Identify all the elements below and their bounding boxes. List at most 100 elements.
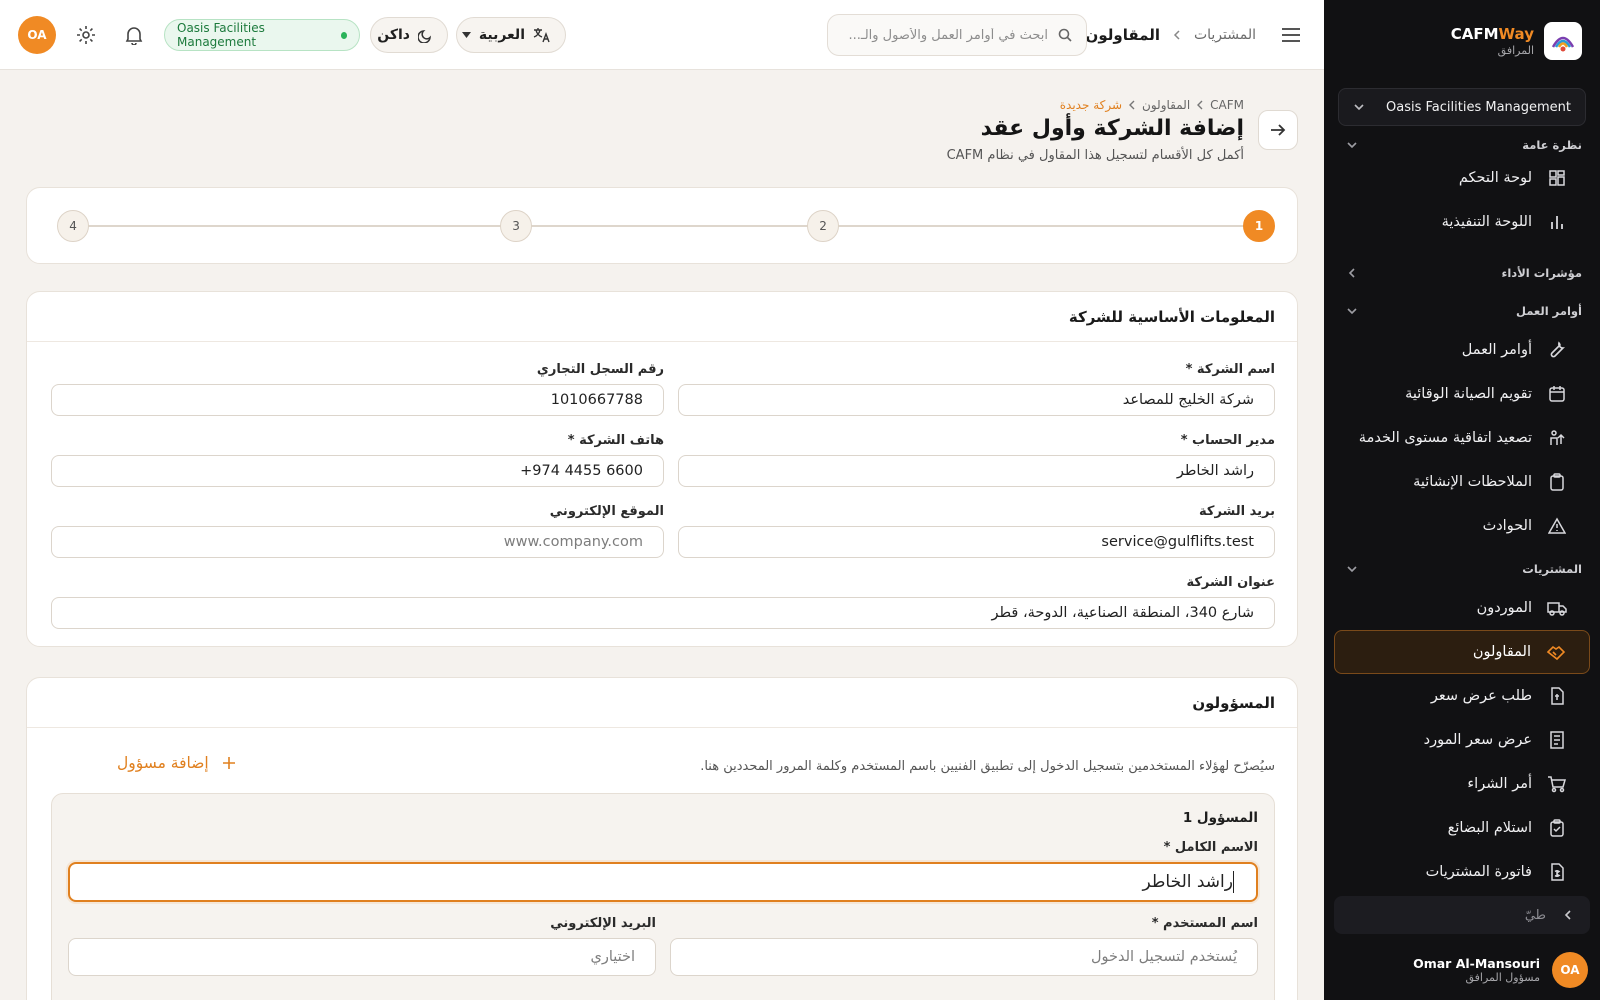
sidebar-item-rfq[interactable]: طلب عرض سعر bbox=[1334, 674, 1590, 718]
bell-icon[interactable] bbox=[122, 23, 146, 47]
step-4[interactable]: 4 bbox=[57, 210, 89, 242]
brand-logo-icon bbox=[1544, 22, 1582, 60]
sidebar-item-executive-board[interactable]: اللوحة التنفيذية bbox=[1334, 200, 1590, 244]
org-badge-label: Oasis Facilities Management bbox=[177, 21, 265, 49]
org-status-badge[interactable]: Oasis Facilities Management bbox=[164, 19, 360, 51]
chevron-left-icon bbox=[1324, 267, 1358, 279]
translate-icon bbox=[533, 27, 551, 43]
gear-icon[interactable] bbox=[74, 23, 98, 47]
user-role: مسؤول المرافق bbox=[1465, 971, 1540, 984]
company-email-input[interactable]: service@gulflifts.test bbox=[678, 526, 1275, 558]
breadcrumb-item[interactable]: المقاولون bbox=[1142, 98, 1190, 112]
username-input[interactable]: يُستخدم لتسجيل الدخول bbox=[670, 938, 1258, 976]
stepper-line bbox=[63, 225, 1259, 227]
step-3[interactable]: 3 bbox=[500, 210, 532, 242]
back-button[interactable] bbox=[1258, 110, 1298, 150]
clipboard-check-icon bbox=[1546, 817, 1568, 839]
field-label: مدير الحساب * bbox=[1180, 433, 1275, 448]
menu-icon[interactable] bbox=[1278, 22, 1304, 48]
invoice-icon bbox=[1546, 861, 1568, 883]
step-2[interactable]: 2 bbox=[807, 210, 839, 242]
header-avatar[interactable]: OA bbox=[18, 16, 56, 54]
collapse-label: طيّ bbox=[1524, 907, 1546, 923]
sidebar-user-card[interactable]: OA Omar Al-Mansouri مسؤول المرافق bbox=[1336, 950, 1588, 990]
sidebar-item-sla-escalation[interactable]: تصعيد اتفاقية مستوى الخدمة bbox=[1334, 416, 1590, 460]
org-selector-label: Oasis Facilities Management bbox=[1386, 99, 1571, 115]
sidebar-item-structural-notes[interactable]: الملاحظات الإنشائية bbox=[1334, 460, 1590, 504]
website-input[interactable]: www.company.com bbox=[51, 526, 664, 558]
main-content: CAFM المقاولون شركة جديدة إضافة الشركة و… bbox=[0, 70, 1324, 1000]
step-1[interactable]: 1 bbox=[1243, 210, 1275, 242]
responsible-entry-title: المسؤول 1 bbox=[1182, 810, 1258, 826]
cr-number-input[interactable]: 1010667788 bbox=[51, 384, 664, 416]
sidebar-item-goods-receipt[interactable]: استلام البضائع bbox=[1334, 806, 1590, 850]
plus-icon bbox=[222, 757, 235, 769]
user-name: Omar Al-Mansouri bbox=[1413, 956, 1540, 971]
field-label: الموقع الإلكتروني bbox=[549, 504, 664, 519]
add-responsible-label: إضافة مسؤول bbox=[117, 754, 209, 772]
language-selector[interactable]: العربية bbox=[456, 17, 566, 53]
field-label: هاتف الشركة * bbox=[567, 433, 664, 448]
moon-icon bbox=[418, 28, 433, 43]
company-name-input[interactable]: شركة الخليج للمصاعد bbox=[678, 384, 1275, 416]
avatar: OA bbox=[1552, 952, 1588, 988]
org-selector[interactable]: Oasis Facilities Management bbox=[1338, 88, 1586, 126]
field-label: الاسم الكامل * bbox=[1163, 840, 1258, 855]
sidebar-item-work-orders[interactable]: أوامر العمل bbox=[1334, 328, 1590, 372]
sidebar-item-label: الملاحظات الإنشائية bbox=[1413, 474, 1532, 490]
full-name-value: راشد الخاطر bbox=[1142, 872, 1233, 892]
responsibles-section: المسؤولون سيُصرّح لهؤلاء المستخدمين بتسج… bbox=[26, 677, 1298, 1000]
sidebar-item-purchase-order[interactable]: أمر الشراء bbox=[1334, 762, 1590, 806]
chevron-down-icon bbox=[1324, 139, 1358, 151]
dashboard-icon bbox=[1546, 167, 1568, 189]
page-title: إضافة الشركة وأول عقد bbox=[980, 116, 1244, 141]
sidebar-item-label: اللوحة التنفيذية bbox=[1441, 214, 1532, 230]
account-manager-input[interactable]: راشد الخاطر bbox=[678, 455, 1275, 487]
sidebar-item-incidents[interactable]: الحوادث bbox=[1334, 504, 1590, 548]
add-responsible-button[interactable]: إضافة مسؤول bbox=[117, 754, 235, 772]
arrow-right-icon bbox=[1270, 123, 1286, 137]
nav-section-overview[interactable]: نظرة عامة bbox=[1324, 134, 1600, 156]
breadcrumb-item[interactable]: CAFM bbox=[1210, 98, 1244, 112]
sidebar-item-pm-calendar[interactable]: تقويم الصيانة الوقائية bbox=[1334, 372, 1590, 416]
sidebar-item-label: تصعيد اتفاقية مستوى الخدمة bbox=[1358, 430, 1532, 446]
sidebar-item-suppliers[interactable]: الموردون bbox=[1334, 586, 1590, 630]
theme-toggle[interactable]: داكن bbox=[370, 17, 448, 53]
sidebar-item-purchase-invoice[interactable]: فاتورة المشتريات bbox=[1334, 850, 1590, 886]
chevron-left-icon bbox=[1562, 909, 1574, 921]
language-label: العربية bbox=[478, 27, 525, 43]
sidebar-item-contractors[interactable]: المقاولون bbox=[1334, 630, 1590, 674]
breadcrumb-parent[interactable]: المشتريات bbox=[1194, 27, 1256, 43]
brand-name: CAFMWay bbox=[1450, 25, 1534, 43]
chevron-left-icon bbox=[1172, 30, 1182, 40]
sidebar-item-dashboard[interactable]: لوحة التحكم bbox=[1334, 156, 1590, 200]
search-input[interactable]: ابحث في أوامر العمل والأصول والـ... bbox=[827, 14, 1087, 56]
handshake-icon bbox=[1545, 641, 1567, 663]
sidebar-item-supplier-quote[interactable]: عرض سعر المورد bbox=[1334, 718, 1590, 762]
brand[interactable]: CAFMWay المرافق bbox=[1342, 20, 1582, 62]
section-title: المعلومات الأساسية للشركة bbox=[27, 292, 1297, 342]
sidebar-item-label: الحوادث bbox=[1482, 518, 1532, 534]
status-dot-icon bbox=[340, 31, 347, 39]
sidebar-item-label: عرض سعر المورد bbox=[1423, 732, 1532, 748]
email-field: البريد الإلكتروني اختياري bbox=[68, 916, 656, 976]
breadcrumb-current: شركة جديدة bbox=[1059, 98, 1123, 112]
collapse-sidebar-button[interactable]: طيّ bbox=[1334, 896, 1590, 934]
account-manager-field: مدير الحساب * راشد الخاطر bbox=[678, 433, 1275, 487]
company-address-field: عنوان الشركة شارع 340، المنطقة الصناعية،… bbox=[51, 575, 1275, 629]
page-subtitle: أكمل كل الأقسام لتسجيل هذا المقاول في نظ… bbox=[946, 148, 1244, 163]
field-label: اسم الشركة * bbox=[1185, 362, 1275, 377]
cr-number-field: رقم السجل التجاري 1010667788 bbox=[51, 362, 664, 416]
cart-icon bbox=[1546, 773, 1568, 795]
field-label: بريد الشركة bbox=[1199, 504, 1275, 519]
company-address-input[interactable]: شارع 340، المنطقة الصناعية، الدوحة، قطر bbox=[51, 597, 1275, 629]
sidebar-item-label: أوامر العمل bbox=[1461, 342, 1532, 358]
nav-section-work-orders[interactable]: أوامر العمل bbox=[1324, 294, 1600, 328]
nav-section-kpis[interactable]: مؤشرات الأداء bbox=[1324, 256, 1600, 290]
full-name-input[interactable]: راشد الخاطر bbox=[68, 862, 1258, 902]
email-input[interactable]: اختياري bbox=[68, 938, 656, 976]
bar-chart-icon bbox=[1546, 211, 1568, 233]
chevron-down-icon bbox=[1353, 101, 1365, 113]
company-phone-input[interactable]: +974 4455 6600 bbox=[51, 455, 664, 487]
nav-section-procurement[interactable]: المشتريات bbox=[1324, 552, 1600, 586]
